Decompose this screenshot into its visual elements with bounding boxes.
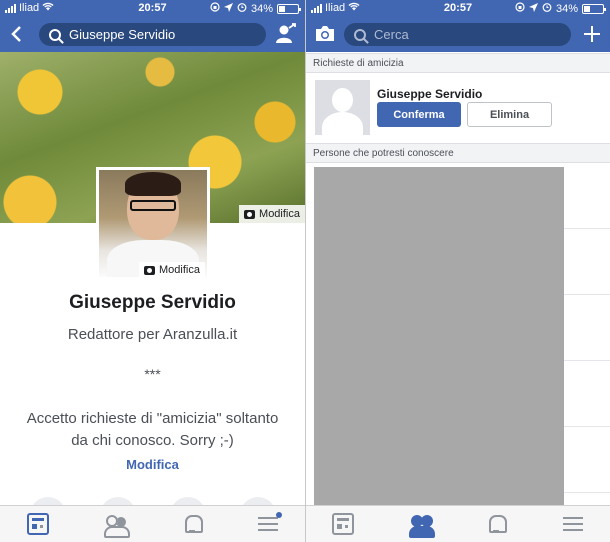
row-divider: [564, 360, 610, 361]
delete-button[interactable]: Elimina: [467, 102, 552, 127]
search-input[interactable]: Cerca: [344, 23, 571, 46]
intro-line: da chi conosco. Sorry ;-): [71, 432, 234, 449]
edit-cover-button[interactable]: Modifica: [239, 205, 305, 223]
status-bar: Iliad 20:57 34%: [0, 0, 305, 17]
news-feed-icon[interactable]: [332, 513, 354, 535]
friends-icon[interactable]: [409, 513, 435, 538]
search-placeholder: Cerca: [374, 27, 409, 42]
tab-bar: [306, 505, 610, 542]
confirm-button[interactable]: Conferma: [377, 102, 461, 127]
intro-line: Accetto richieste di "amicizia" soltanto: [26, 410, 279, 427]
status-right: 34%: [515, 2, 606, 15]
alarm-icon: [237, 2, 247, 15]
profile-picture[interactable]: Modifica: [96, 167, 210, 280]
add-friend-icon[interactable]: [275, 23, 297, 50]
tab-bar: [0, 505, 305, 542]
menu-icon[interactable]: [257, 512, 282, 535]
location-icon: [528, 2, 538, 15]
suggestions-header: Persone che potresti conoscere: [306, 143, 610, 163]
news-feed-icon[interactable]: [27, 513, 49, 535]
status-bar: Iliad 20:57 34%: [306, 0, 610, 17]
separator: ***: [144, 366, 161, 382]
plus-icon[interactable]: [583, 25, 601, 48]
profile-bio: Redattore per Aranzulla.it: [67, 326, 238, 343]
bell-icon[interactable]: [181, 513, 203, 535]
alarm-icon: [542, 2, 552, 15]
search-icon: [49, 28, 61, 41]
search-value: Giuseppe Servidio: [69, 27, 176, 42]
edit-cover-label: Modifica: [259, 208, 300, 220]
profile-name: Giuseppe Servidio: [69, 292, 236, 313]
battery-icon: [277, 3, 301, 14]
search-icon: [354, 28, 366, 41]
request-name[interactable]: Giuseppe Servidio: [377, 87, 482, 101]
friends-screen: Iliad 20:57 34% Cerca Richieste di amici…: [306, 0, 610, 542]
search-input[interactable]: Giuseppe Servidio: [39, 23, 266, 46]
location-icon: [223, 2, 233, 15]
lock-rotation-icon: [210, 2, 220, 15]
profile-intro: Accetto richieste di "amicizia" soltanto…: [10, 408, 295, 452]
row-divider: [564, 426, 610, 427]
request-avatar[interactable]: [315, 80, 370, 135]
row-divider: [564, 492, 610, 493]
battery-percent: 34%: [250, 2, 273, 15]
battery-percent: 34%: [555, 2, 578, 15]
friends-icon[interactable]: [104, 513, 130, 538]
camera-icon: [244, 209, 256, 219]
status-right: 34%: [210, 2, 301, 15]
chevron-left-icon[interactable]: [10, 25, 22, 48]
edit-intro-link[interactable]: Modifica: [0, 457, 305, 472]
menu-icon[interactable]: [562, 513, 584, 535]
requests-header: Richieste di amicizia: [306, 53, 610, 73]
top-nav: Giuseppe Servidio: [0, 17, 305, 52]
row-divider: [564, 228, 610, 229]
camera-icon[interactable]: [315, 25, 335, 47]
battery-icon: [582, 3, 606, 14]
edit-photo-label: Modifica: [159, 264, 200, 276]
camera-icon: [144, 265, 155, 275]
row-divider: [564, 294, 610, 295]
lock-rotation-icon: [515, 2, 525, 15]
redacted-suggestions: [314, 167, 564, 507]
notification-dot: [276, 512, 282, 518]
bell-icon[interactable]: [485, 513, 507, 535]
edit-photo-button[interactable]: Modifica: [139, 262, 205, 277]
top-nav: Cerca: [306, 17, 610, 52]
profile-screen: Iliad 20:57 34% Giuseppe Servidio Modifi…: [0, 0, 305, 542]
